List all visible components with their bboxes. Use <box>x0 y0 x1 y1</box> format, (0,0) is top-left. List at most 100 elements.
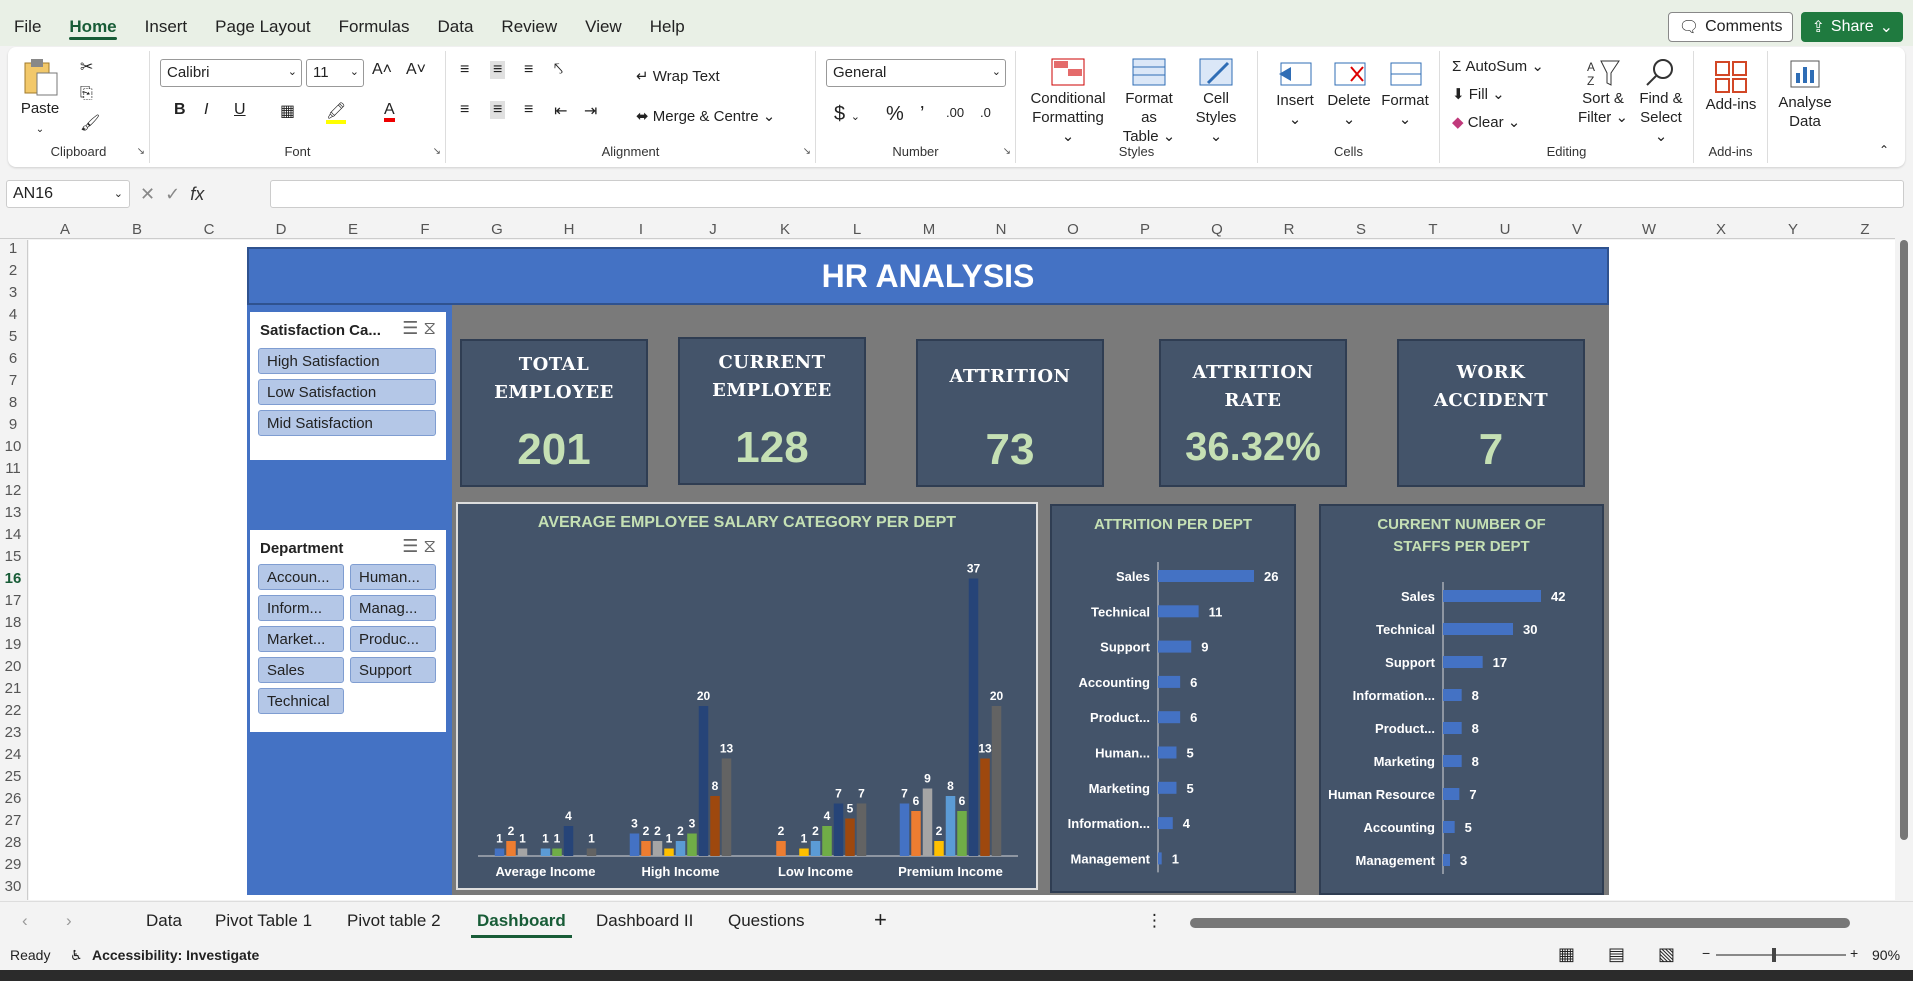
page-layout-view-icon[interactable]: ▤ <box>1608 944 1625 965</box>
row-header[interactable]: 27 <box>0 812 26 829</box>
format-cells-button[interactable]: Format ⌄ <box>1378 59 1432 129</box>
zoom-slider-thumb[interactable] <box>1772 948 1776 962</box>
tab-dashboard-ii[interactable]: Dashboard II <box>596 911 693 931</box>
dialog-launcher-icon[interactable]: ↘ <box>433 146 441 157</box>
column-header[interactable]: W <box>1613 221 1685 238</box>
column-header[interactable]: B <box>101 221 173 238</box>
menu-insert[interactable]: Insert <box>131 0 202 46</box>
column-header[interactable]: Q <box>1181 221 1253 238</box>
slicer-item-low-satisfaction[interactable]: Low Satisfaction <box>258 379 436 405</box>
slicer-item-product[interactable]: Produc... <box>350 626 436 652</box>
row-header[interactable]: 23 <box>0 724 26 741</box>
find-select-button[interactable]: Find & Select ⌄ <box>1632 57 1690 146</box>
merge-centre-button[interactable]: ⬌ Merge & Centre ⌄ <box>636 107 775 125</box>
tab-questions[interactable]: Questions <box>728 911 805 931</box>
decrease-font-icon[interactable]: A˅ <box>406 61 426 79</box>
column-header[interactable]: U <box>1469 221 1541 238</box>
share-button[interactable]: ⇪ Share ⌄ <box>1801 12 1903 42</box>
column-header[interactable]: A <box>29 221 101 238</box>
borders-icon[interactable]: ▦ <box>280 101 295 121</box>
row-header[interactable]: 28 <box>0 834 26 851</box>
formula-input[interactable] <box>270 180 1904 208</box>
slicer-item-support[interactable]: Support <box>350 657 436 683</box>
zoom-in-icon[interactable]: + <box>1850 945 1858 961</box>
orientation-icon[interactable]: ⤣ <box>554 61 563 79</box>
column-header[interactable]: N <box>965 221 1037 238</box>
menu-page-layout[interactable]: Page Layout <box>201 0 324 46</box>
column-header[interactable]: X <box>1685 221 1757 238</box>
column-header[interactable]: D <box>245 221 317 238</box>
cut-icon[interactable]: ✂ <box>80 57 93 77</box>
row-header[interactable]: 10 <box>0 438 26 455</box>
row-header[interactable]: 25 <box>0 768 26 785</box>
scrollbar-thumb[interactable] <box>1190 918 1850 928</box>
scrollbar-thumb[interactable] <box>1900 240 1908 840</box>
dialog-launcher-icon[interactable]: ↘ <box>803 146 811 157</box>
row-header[interactable]: 21 <box>0 680 26 697</box>
zoom-level[interactable]: 90% <box>1872 947 1900 963</box>
row-header[interactable]: 11 <box>0 460 26 477</box>
dialog-launcher-icon[interactable]: ↘ <box>137 146 145 157</box>
slicer-item-marketing[interactable]: Market... <box>258 626 344 652</box>
fill-button[interactable]: ⬇ Fill ⌄ <box>1452 85 1505 103</box>
row-header[interactable]: 8 <box>0 394 26 411</box>
scroll-tabs-right-icon[interactable]: › <box>66 911 72 931</box>
zoom-slider[interactable] <box>1716 948 1846 962</box>
column-header[interactable]: S <box>1325 221 1397 238</box>
menu-data[interactable]: Data <box>424 0 488 46</box>
column-header[interactable]: P <box>1109 221 1181 238</box>
clear-button[interactable]: ◆ Clear ⌄ <box>1452 113 1520 131</box>
font-size-select[interactable]: 11 ⌄ <box>306 59 364 87</box>
format-as-table-button[interactable]: Format as Table ⌄ <box>1116 57 1182 146</box>
row-header[interactable]: 20 <box>0 658 26 675</box>
align-left-icon[interactable]: ≡ <box>460 101 469 119</box>
slicer-item-information[interactable]: Inform... <box>258 595 344 621</box>
zoom-out-icon[interactable]: − <box>1702 945 1710 961</box>
column-header[interactable]: G <box>461 221 533 238</box>
decrease-decimal-icon[interactable]: .0 <box>980 105 991 120</box>
row-header[interactable]: 26 <box>0 790 26 807</box>
row-header[interactable]: 16 <box>0 570 26 587</box>
row-header[interactable]: 1 <box>0 240 26 257</box>
comments-button[interactable]: 🗨 Comments <box>1667 12 1794 42</box>
wrap-text-button[interactable]: ↵ Wrap Text <box>636 67 720 85</box>
menu-formulas[interactable]: Formulas <box>325 0 424 46</box>
row-header[interactable]: 7 <box>0 372 26 389</box>
copy-icon[interactable]: ⎘ <box>80 85 93 103</box>
row-header[interactable]: 2 <box>0 262 26 279</box>
cell-styles-button[interactable]: Cell Styles ⌄ <box>1188 57 1244 146</box>
align-right-icon[interactable]: ≡ <box>524 101 533 119</box>
slicer-item-technical[interactable]: Technical <box>258 688 344 714</box>
column-header[interactable]: V <box>1541 221 1613 238</box>
multi-select-icon[interactable]: ☰ <box>402 318 418 338</box>
row-header[interactable]: 30 <box>0 878 26 895</box>
column-header[interactable]: H <box>533 221 605 238</box>
column-header[interactable]: F <box>389 221 461 238</box>
fill-color-icon[interactable]: 🖍 <box>326 101 347 124</box>
column-header[interactable]: Z <box>1829 221 1901 238</box>
column-header[interactable]: C <box>173 221 245 238</box>
row-header[interactable]: 5 <box>0 328 26 345</box>
menu-view[interactable]: View <box>571 0 636 46</box>
enter-icon[interactable]: ✓ <box>165 184 190 204</box>
decrease-indent-icon[interactable]: ⇤ <box>554 101 567 121</box>
column-header[interactable]: M <box>893 221 965 238</box>
row-header[interactable]: 17 <box>0 592 26 609</box>
font-color-icon[interactable]: A <box>384 101 395 122</box>
column-header[interactable]: I <box>605 221 677 238</box>
row-header[interactable]: 12 <box>0 482 26 499</box>
row-header[interactable]: 3 <box>0 284 26 301</box>
align-bottom-icon[interactable]: ≡ <box>524 61 533 79</box>
horizontal-scrollbar[interactable] <box>1176 918 1888 928</box>
column-header[interactable]: O <box>1037 221 1109 238</box>
column-header[interactable]: E <box>317 221 389 238</box>
increase-font-icon[interactable]: A˄ <box>372 61 392 79</box>
multi-select-icon[interactable]: ☰ <box>402 536 418 556</box>
vertical-scrollbar[interactable] <box>1895 222 1913 900</box>
delete-cells-button[interactable]: Delete ⌄ <box>1324 59 1374 129</box>
accessibility-status[interactable]: Accessibility: Investigate <box>92 947 259 963</box>
align-top-icon[interactable]: ≡ <box>460 61 469 79</box>
align-center-icon[interactable]: ≡ <box>490 101 506 119</box>
column-header[interactable]: Y <box>1757 221 1829 238</box>
row-header[interactable]: 14 <box>0 526 26 543</box>
